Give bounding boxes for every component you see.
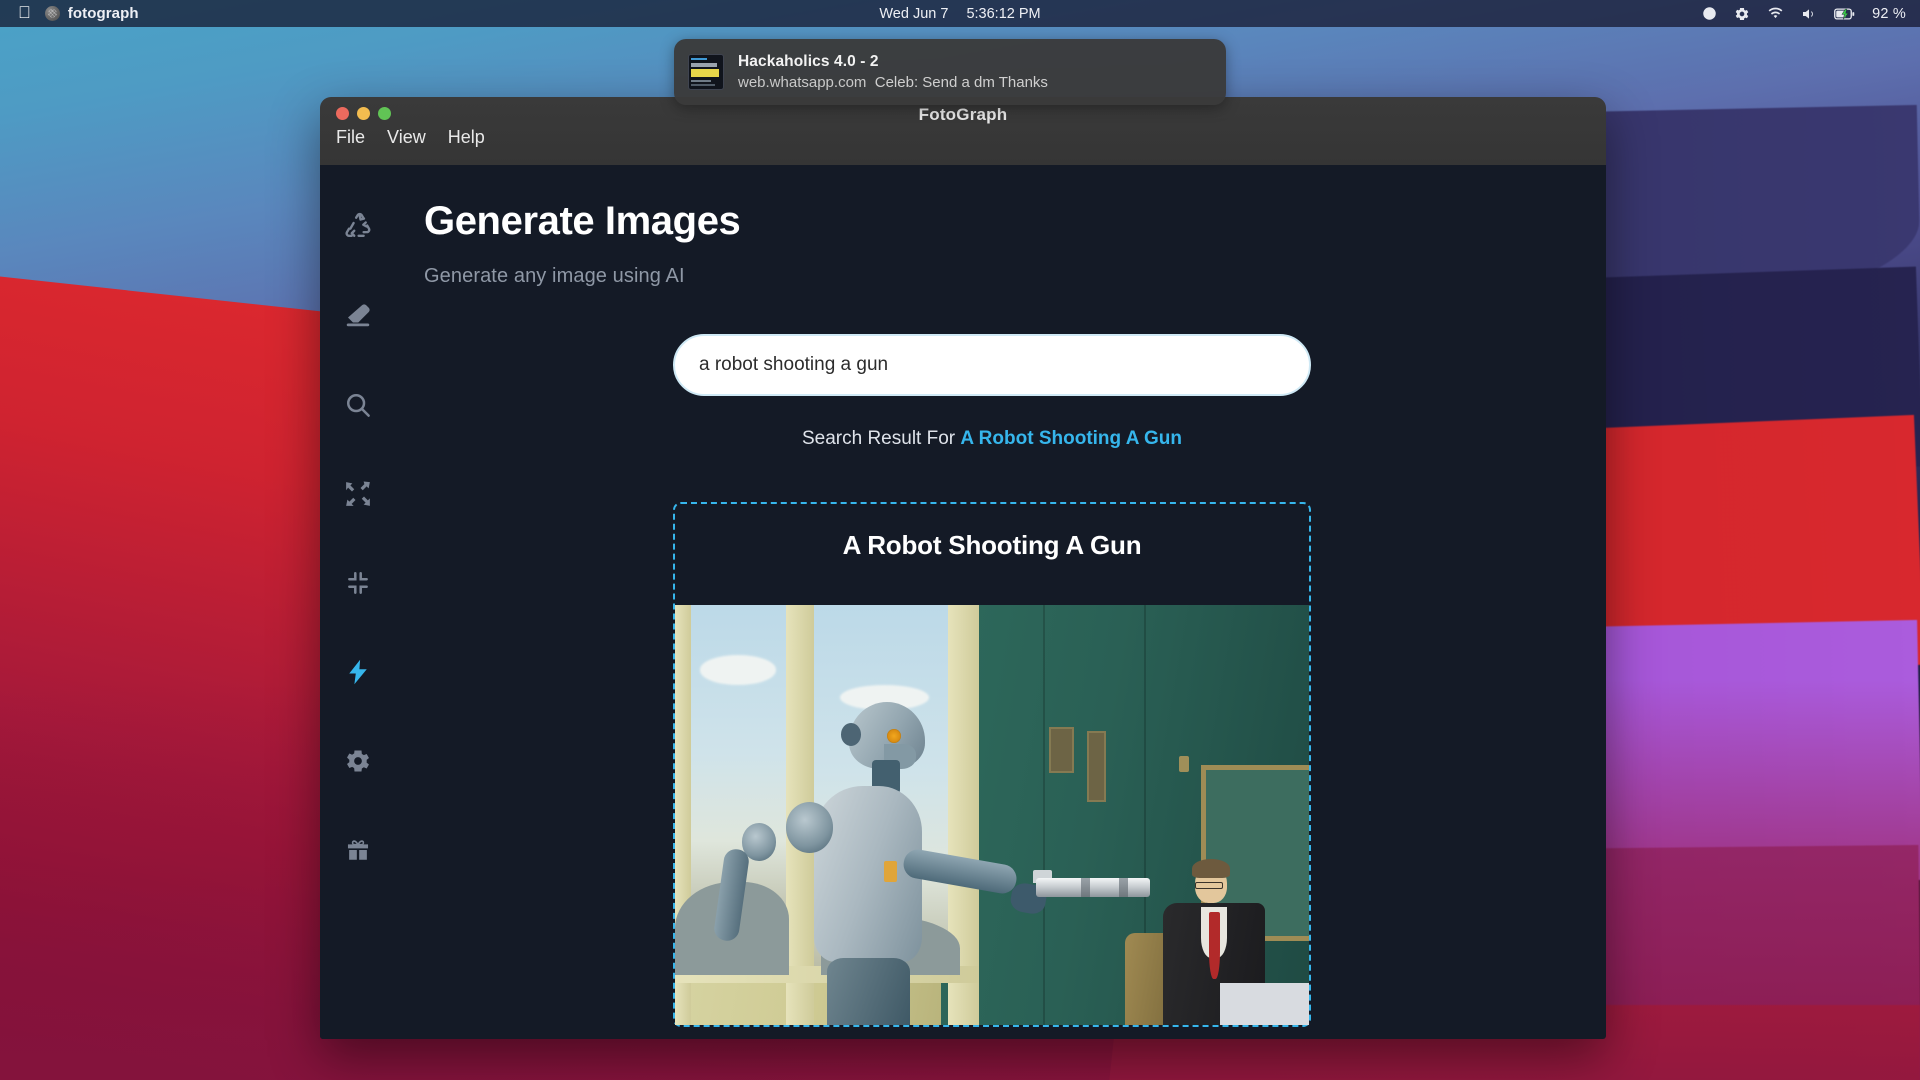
eraser-icon: [343, 301, 373, 331]
result-card-title: A Robot Shooting A Gun: [842, 530, 1142, 560]
art-sconce: [1179, 756, 1190, 773]
app-sidebar: [320, 165, 396, 1039]
art-robot-shoulder: [785, 802, 834, 853]
search-result-query: A Robot Shooting A Gun: [960, 428, 1182, 449]
art-robot-legs: [827, 957, 910, 1025]
main-content: Generate Images Generate any image using…: [396, 165, 1606, 1039]
fotograph-window: FotoGraph File View Help Generate Images…: [320, 97, 1606, 1039]
notification-body: web.whatsapp.com Celeb: Send a dm Thanks: [738, 74, 1048, 91]
art-man-tie: [1208, 911, 1221, 979]
art-wall-seam: [1042, 605, 1045, 1025]
menu-item-help[interactable]: Help: [448, 127, 485, 148]
sidebar-item-erase[interactable]: [336, 294, 380, 338]
window-titlebar[interactable]: FotoGraph File View Help: [320, 97, 1606, 165]
art-gun-band: [1118, 878, 1128, 898]
sidebar-item-resize[interactable]: [336, 561, 380, 605]
sidebar-item-settings[interactable]: [336, 739, 380, 783]
compress-icon: [343, 479, 373, 509]
generated-image-artwork: [675, 605, 1309, 1025]
page-title: Generate Images: [424, 199, 741, 243]
art-man-hair: [1191, 859, 1230, 878]
minimize-button[interactable]: [357, 107, 370, 120]
notification-title: Hackaholics 4.0 - 2: [738, 53, 879, 70]
generated-image[interactable]: [675, 605, 1309, 1025]
sidebar-item-compress[interactable]: [336, 472, 380, 516]
clock-icon[interactable]: [1702, 6, 1717, 21]
maximize-button[interactable]: [378, 107, 391, 120]
macos-menu-bar:  fotograph Wed Jun 7 5:36:12 PM: [0, 0, 1920, 27]
art-desk: [1220, 983, 1309, 1025]
search-bar-container: [424, 334, 1560, 396]
sidebar-item-convert[interactable]: [336, 205, 380, 249]
gift-icon: [344, 836, 372, 864]
gear-icon: [344, 747, 372, 775]
apple-logo-icon[interactable]: : [14, 4, 45, 23]
menubar-app-name[interactable]: fotograph: [68, 5, 139, 22]
art-framed-picture: [1049, 726, 1075, 773]
window-menu-bar: File View Help: [336, 127, 485, 148]
sidebar-item-gifts[interactable]: [336, 828, 380, 872]
art-man-glasses: [1194, 882, 1224, 889]
art-gun: [1036, 878, 1151, 898]
generated-result-card[interactable]: A Robot Shooting A Gun: [673, 502, 1311, 1027]
menubar-clock[interactable]: Wed Jun 7 5:36:12 PM: [879, 6, 1040, 22]
sidebar-item-search[interactable]: [336, 383, 380, 427]
notification-message: Celeb: Send a dm Thanks: [874, 74, 1048, 91]
notification-banner[interactable]: Hackaholics 4.0 - 2 web.whatsapp.com Cel…: [674, 39, 1226, 105]
menu-item-view[interactable]: View: [387, 127, 426, 148]
sidebar-item-generate[interactable]: [336, 650, 380, 694]
battery-charging-icon[interactable]: [1834, 7, 1855, 21]
search-result-prefix: Search Result For: [801, 428, 961, 449]
menubar-time: 5:36:12 PM: [966, 5, 1041, 22]
recycle-icon: [343, 212, 373, 242]
fotograph-app-icon: [44, 6, 60, 21]
window-title: FotoGraph: [918, 105, 1008, 124]
battery-percentage: 92 %: [1872, 5, 1906, 22]
minimize-icon: [345, 570, 371, 596]
close-button[interactable]: [336, 107, 349, 120]
notification-source: web.whatsapp.com: [738, 74, 867, 91]
art-framed-picture: [1087, 731, 1107, 803]
search-icon: [343, 390, 373, 420]
art-robot-chest-light: [884, 861, 897, 883]
page-subtitle: Generate any image using AI: [424, 265, 685, 287]
app-body: Generate Images Generate any image using…: [320, 165, 1606, 1039]
art-cloud: [700, 655, 777, 685]
wifi-icon[interactable]: [1767, 7, 1784, 20]
menubar-date: Wed Jun 7: [879, 5, 949, 22]
notification-thumbnail-icon: [688, 54, 724, 90]
menu-item-file[interactable]: File: [336, 127, 365, 148]
volume-icon[interactable]: [1801, 7, 1817, 21]
prompt-input[interactable]: [673, 334, 1311, 396]
traffic-light-buttons: [336, 107, 391, 120]
art-robot-ear: [841, 722, 862, 746]
art-gun-band: [1080, 878, 1090, 898]
search-result-label: Search Result For A Robot Shooting A Gun: [424, 428, 1560, 450]
lightning-bolt-icon: [344, 658, 372, 686]
gear-icon[interactable]: [1734, 6, 1750, 22]
